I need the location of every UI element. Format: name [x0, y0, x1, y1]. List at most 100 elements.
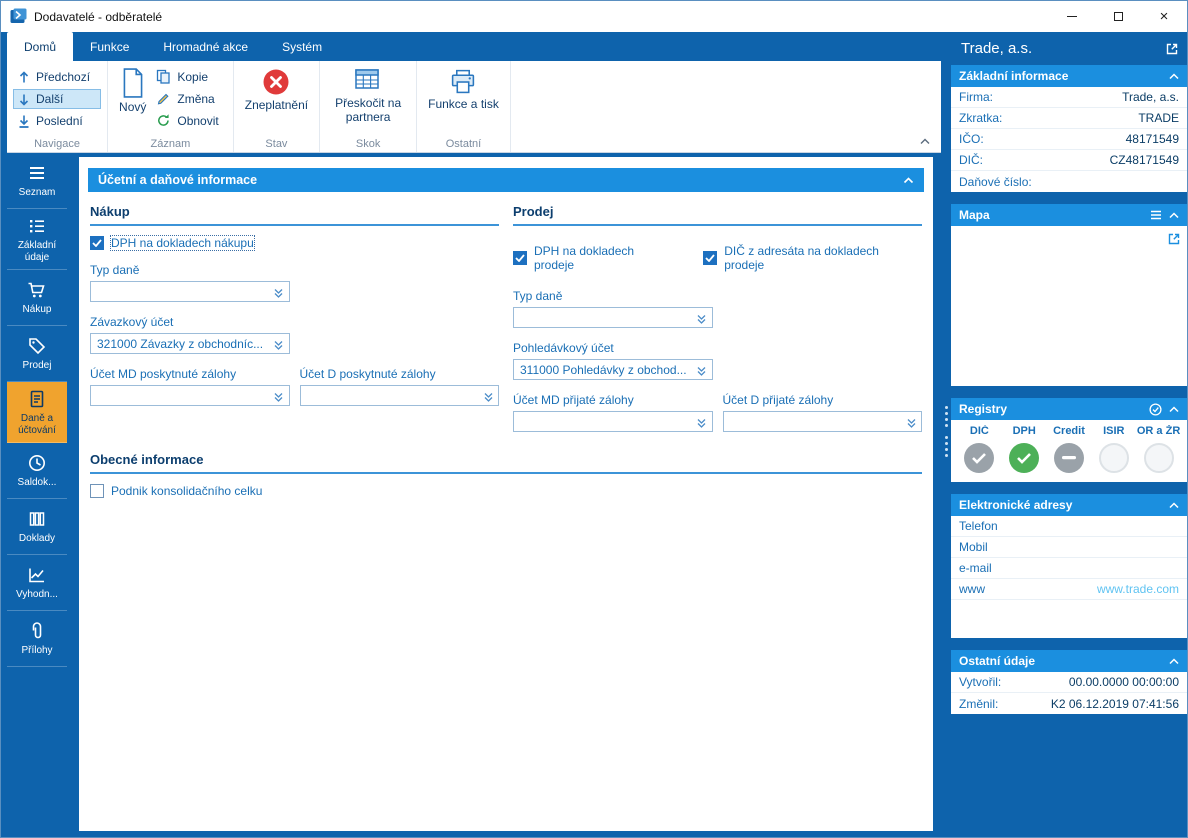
section-header-registry[interactable]: Registry [951, 398, 1187, 420]
predchozi-button[interactable]: Předchozí [13, 67, 101, 87]
checkbox-label: DIČ z adresáta na dokladech prodeje [724, 244, 879, 272]
invoice-icon [27, 389, 47, 409]
zavazkovy-ucet-combo[interactable]: 321000 Závazky z obchodníc... [90, 333, 290, 354]
close-icon: × [1159, 8, 1169, 25]
checkbox-label: DPH na dokladech nákupu [110, 235, 255, 251]
new-document-icon [123, 68, 143, 98]
info-row-zkratka: Zkratka: TRADE [951, 108, 1187, 129]
section-header-adresy[interactable]: Elektronické adresy [951, 494, 1187, 516]
combo-dropdown-icon[interactable] [694, 362, 710, 378]
maximize-icon [1113, 12, 1123, 21]
tab-domu[interactable]: Domů [7, 32, 74, 61]
zmena-button[interactable]: Změna [154, 89, 226, 108]
chevron-up-icon[interactable] [1169, 72, 1179, 80]
paperclip-icon [27, 621, 47, 641]
ucet-d-poskytnute-combo[interactable] [299, 385, 499, 406]
tab-funkce[interactable]: Funkce [73, 32, 146, 61]
map-popout-icon[interactable] [1167, 232, 1181, 246]
section-zakladni-informace: Základní informace Firma: Trade, a.s. Zkr… [951, 65, 1187, 192]
sidebar-item-vyhodnoceni[interactable]: Vyhodn... [7, 555, 67, 611]
popout-icon[interactable] [1165, 42, 1179, 56]
sidebar-item-prodej[interactable]: Prodej [7, 326, 67, 382]
panel-splitter[interactable] [941, 32, 951, 831]
sidebar-item-prilohy[interactable]: Přílohy [7, 611, 67, 667]
typ-dane-nakup-combo[interactable] [90, 281, 290, 302]
section-elektronicke-adresy: Elektronické adresy Telefon Mobil e-mail… [951, 494, 1187, 638]
dalsi-button[interactable]: Další [13, 89, 102, 109]
checkbox-box[interactable] [90, 236, 104, 250]
funkce-a-tisk-button[interactable]: Funkce a tisk [423, 64, 504, 112]
section-header-ostatni[interactable]: Ostatní údaje [951, 650, 1187, 672]
info-row-danove-cislo: Daňové číslo: [959, 174, 1032, 189]
ucet-md-poskytnute-combo[interactable] [90, 385, 290, 406]
splitter-handle[interactable] [944, 436, 948, 457]
info-row-ico: IČO: 48171549 [951, 129, 1187, 150]
group-label-skok: Skok [355, 138, 381, 150]
group-label-ostatni: Ostatní [445, 138, 482, 150]
tab-hromadne-akce[interactable]: Hromadné akce [146, 32, 265, 61]
sidebar-item-saldokonto[interactable]: Saldok... [7, 443, 67, 499]
combo-dropdown-icon[interactable] [271, 388, 287, 404]
posledni-button[interactable]: Poslední [13, 111, 101, 131]
registry-status-or-zr[interactable] [1143, 443, 1174, 473]
sidebar-item-seznam[interactable]: Seznam [7, 153, 67, 209]
sidebar-item-zakladni-udaje[interactable]: Základní údaje [7, 209, 67, 270]
pohledavkovy-ucet-combo[interactable]: 311000 Pohledávky z obchod... [513, 359, 713, 380]
sidebar-item-nakup[interactable]: Nákup [7, 270, 67, 326]
checkbox-dic-adresat[interactable]: DIČ z adresáta na dokladech prodeje [703, 244, 922, 272]
zneplatneni-button[interactable]: Zneplatnění [240, 64, 313, 113]
novy-button[interactable]: Nový [114, 64, 151, 130]
circle-check-icon[interactable] [1149, 402, 1162, 416]
maximize-button[interactable] [1095, 1, 1141, 32]
registry-status-credit[interactable] [1053, 443, 1084, 473]
registry-status-dph[interactable] [1009, 443, 1040, 473]
ribbon-collapse-button[interactable] [917, 135, 933, 147]
chevron-up-icon[interactable] [1169, 405, 1179, 413]
minimize-button[interactable] [1049, 1, 1095, 32]
section-prodej: Prodej DPH na dokladech prodeje DIČ z ad… [513, 204, 922, 432]
group-label-stav: Stav [265, 138, 288, 150]
combo-dropdown-icon[interactable] [271, 336, 287, 352]
splitter-handle[interactable] [944, 406, 948, 427]
combo-dropdown-icon[interactable] [694, 414, 710, 430]
collapse-chevron-icon[interactable] [903, 176, 914, 184]
menu-icon[interactable] [1150, 210, 1162, 220]
checkbox-podnik-konsolidacniho-celku[interactable]: Podnik konsolidačního celku [90, 484, 922, 498]
partner-title-row: Trade, a.s. [951, 32, 1187, 65]
sidebar-item-dane-a-uctovani[interactable]: Daně a účtování [7, 382, 67, 443]
checkbox-box[interactable] [513, 251, 527, 265]
tab-system[interactable]: Systém [265, 32, 339, 61]
kopie-button[interactable]: Kopie [154, 67, 226, 86]
preskocit-na-partnera-button[interactable]: Přeskočit na partnera [326, 64, 410, 125]
combo-dropdown-icon[interactable] [694, 310, 710, 326]
combo-dropdown-icon[interactable] [480, 388, 496, 404]
info-row-vytvoril: Vytvořil: 00.00.0000 00:00:00 [951, 672, 1187, 693]
ribbon-group-navigace: Předchozí Další Poslední Navigace [7, 61, 109, 152]
www-link[interactable]: www.trade.com [1097, 582, 1179, 596]
columns-icon [27, 509, 47, 529]
section-title-prodej: Prodej [513, 204, 922, 226]
chevron-up-icon[interactable] [1169, 211, 1179, 219]
checkbox-box[interactable] [703, 251, 718, 265]
group-label-zaznam: Záznam [150, 138, 191, 150]
chevron-up-icon[interactable] [1169, 657, 1179, 665]
ucet-d-prijate-combo[interactable] [722, 411, 922, 432]
obnovit-button[interactable]: Obnovit [154, 111, 226, 130]
section-header-mapa[interactable]: Mapa [951, 204, 1187, 226]
ucet-md-prijate-combo[interactable] [513, 411, 713, 432]
chevron-up-icon[interactable] [1169, 501, 1179, 509]
checkbox-box[interactable] [90, 484, 104, 498]
panel-header-ucetni-danove[interactable]: Účetní a daňové informace [88, 168, 924, 192]
registry-status-isir[interactable] [1098, 443, 1129, 473]
combo-dropdown-icon[interactable] [903, 414, 919, 430]
section-header-zakladni[interactable]: Základní informace [951, 65, 1187, 87]
checkbox-dph-nakup[interactable]: DPH na dokladech nákupu [90, 235, 499, 251]
registry-status-dic[interactable] [964, 443, 995, 473]
sidebar-item-doklady[interactable]: Doklady [7, 499, 67, 555]
combo-dropdown-icon[interactable] [271, 284, 287, 300]
checkbox-dph-prodej[interactable]: DPH na dokladech prodeje [513, 244, 677, 272]
section-obecne-informace: Obecné informace Podnik konsolidačního c… [88, 452, 924, 502]
section-title-obecne: Obecné informace [90, 452, 922, 474]
typ-dane-prodej-combo[interactable] [513, 307, 713, 328]
close-button[interactable]: × [1141, 1, 1187, 32]
